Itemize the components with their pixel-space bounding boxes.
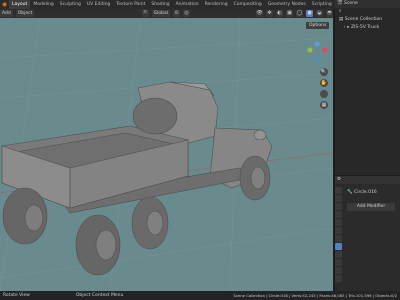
outliner-search-row[interactable]: ⌕ [335,8,400,16]
chevron-right-icon: › [344,25,346,30]
pan-hand-icon[interactable]: ✋ [320,79,328,87]
object-name-row: 🔧 Circle.016 [347,189,377,197]
3d-viewport[interactable]: Options 🔍 ✋ 🎥 ▦ [0,18,333,291]
shading-material-icon[interactable]: ◒ [316,10,323,17]
add-modifier-button[interactable]: Add Modifier [347,203,395,211]
status-middle: Object Context Menu [75,293,124,298]
viewport-header: Add Object ⤧ Global ⊙ ◎ 👁 ✥ ◐ ▣ ◯ ● ◒ ◓ [0,9,333,18]
outliner-item-truck[interactable]: › ▸ ZIS-5V Truck [335,24,400,32]
viewport-scene [0,18,333,291]
gizmo-x-axis[interactable] [322,47,328,53]
tab-compositing[interactable]: Compositing [231,0,265,9]
blender-logo-icon[interactable]: ◉ [0,0,9,9]
tab-output-icon[interactable] [335,203,342,210]
outliner-header: 🎬 Scene [335,0,400,8]
wrench-icon: 🔧 [347,190,353,195]
properties-header: ⚙ [335,176,400,184]
gizmo-y-axis[interactable] [307,47,313,53]
object-menu[interactable]: Object [15,10,35,17]
add-menu[interactable]: Add [0,10,13,17]
transform-orientation-icon[interactable]: ⤧ [141,10,149,17]
tab-view-layer-icon[interactable] [335,211,342,218]
tab-sculpting[interactable]: Sculpting [57,0,84,9]
status-left: Rotate View [3,293,30,298]
perspective-toggle-icon[interactable]: ▦ [320,101,328,109]
tab-layout[interactable]: Layout [9,0,31,9]
tab-world-icon[interactable] [335,227,342,234]
tab-shading[interactable]: Shading [148,0,172,9]
tab-physics-icon[interactable] [335,259,342,266]
tab-rendering[interactable]: Rendering [202,0,231,9]
shading-wireframe-icon[interactable]: ◯ [296,10,303,17]
tab-render-icon[interactable] [335,195,342,202]
outliner-item-label: ZIS-5V Truck [350,25,380,30]
scene-collection-label: Scene Collection [344,17,383,22]
outliner-scene-label: Scene [344,1,358,6]
proportional-edit-icon[interactable]: ◎ [183,10,190,17]
visibility-icon[interactable]: 👁 [256,10,263,17]
camera-view-icon[interactable]: 🎥 [320,90,328,98]
object-icon: ▸ [347,25,350,30]
tab-animation[interactable]: Animation [173,0,202,9]
gizmo-z-axis[interactable] [314,41,320,47]
shading-solid-icon[interactable]: ● [306,10,313,17]
navigation-gizmo[interactable] [304,32,330,64]
zoom-icon[interactable]: 🔍 [320,68,328,76]
scene-icon: 🎬 [337,1,343,6]
properties-icon: ⚙ [337,177,342,182]
tab-data-icon[interactable] [335,275,342,282]
properties-panel: ⚙ 🔧 Circle.016 Add Modifier [335,176,400,291]
tab-tool-icon[interactable] [335,187,342,194]
options-button[interactable]: Options [306,22,330,29]
properties-tabs [335,186,343,283]
tab-modifier-icon[interactable] [335,243,342,250]
tab-geometry-nodes[interactable]: Geometry Nodes [265,0,309,9]
outliner-panel: 🎬 Scene ⌕ ▤ Scene Collection › ▸ ZIS-5V … [335,0,400,175]
transform-orientation-select[interactable]: Global [151,10,170,17]
tab-particles-icon[interactable] [335,251,342,258]
xray-toggle-icon[interactable]: ▣ [286,10,293,17]
tab-scripting[interactable]: Scripting [309,0,335,9]
gizmo-toggle-icon[interactable]: ✥ [266,10,273,17]
status-bar: Rotate View Object Context Menu Scene Co… [0,291,400,300]
tab-texture-paint[interactable]: Texture Paint [113,0,148,9]
overlay-toggle-icon[interactable]: ◐ [276,10,283,17]
search-icon: ⌕ [339,9,342,14]
collection-icon: ▤ [339,17,344,22]
tab-object-icon[interactable] [335,235,342,242]
object-name-label: Circle.016 [354,190,377,195]
tab-scene-icon[interactable] [335,219,342,226]
gizmo-neg-z[interactable] [315,57,319,61]
tab-uv-editing[interactable]: UV Editing [84,0,113,9]
tab-constraints-icon[interactable] [335,267,342,274]
shading-rendered-icon[interactable]: ◓ [326,10,333,17]
snap-icon[interactable]: ⊙ [173,10,180,17]
scene-collection-row[interactable]: ▤ Scene Collection [335,16,400,24]
status-right: Scene Collection | Circle.016 | Verts:52… [233,293,397,298]
tab-modeling[interactable]: Modeling [30,0,56,9]
